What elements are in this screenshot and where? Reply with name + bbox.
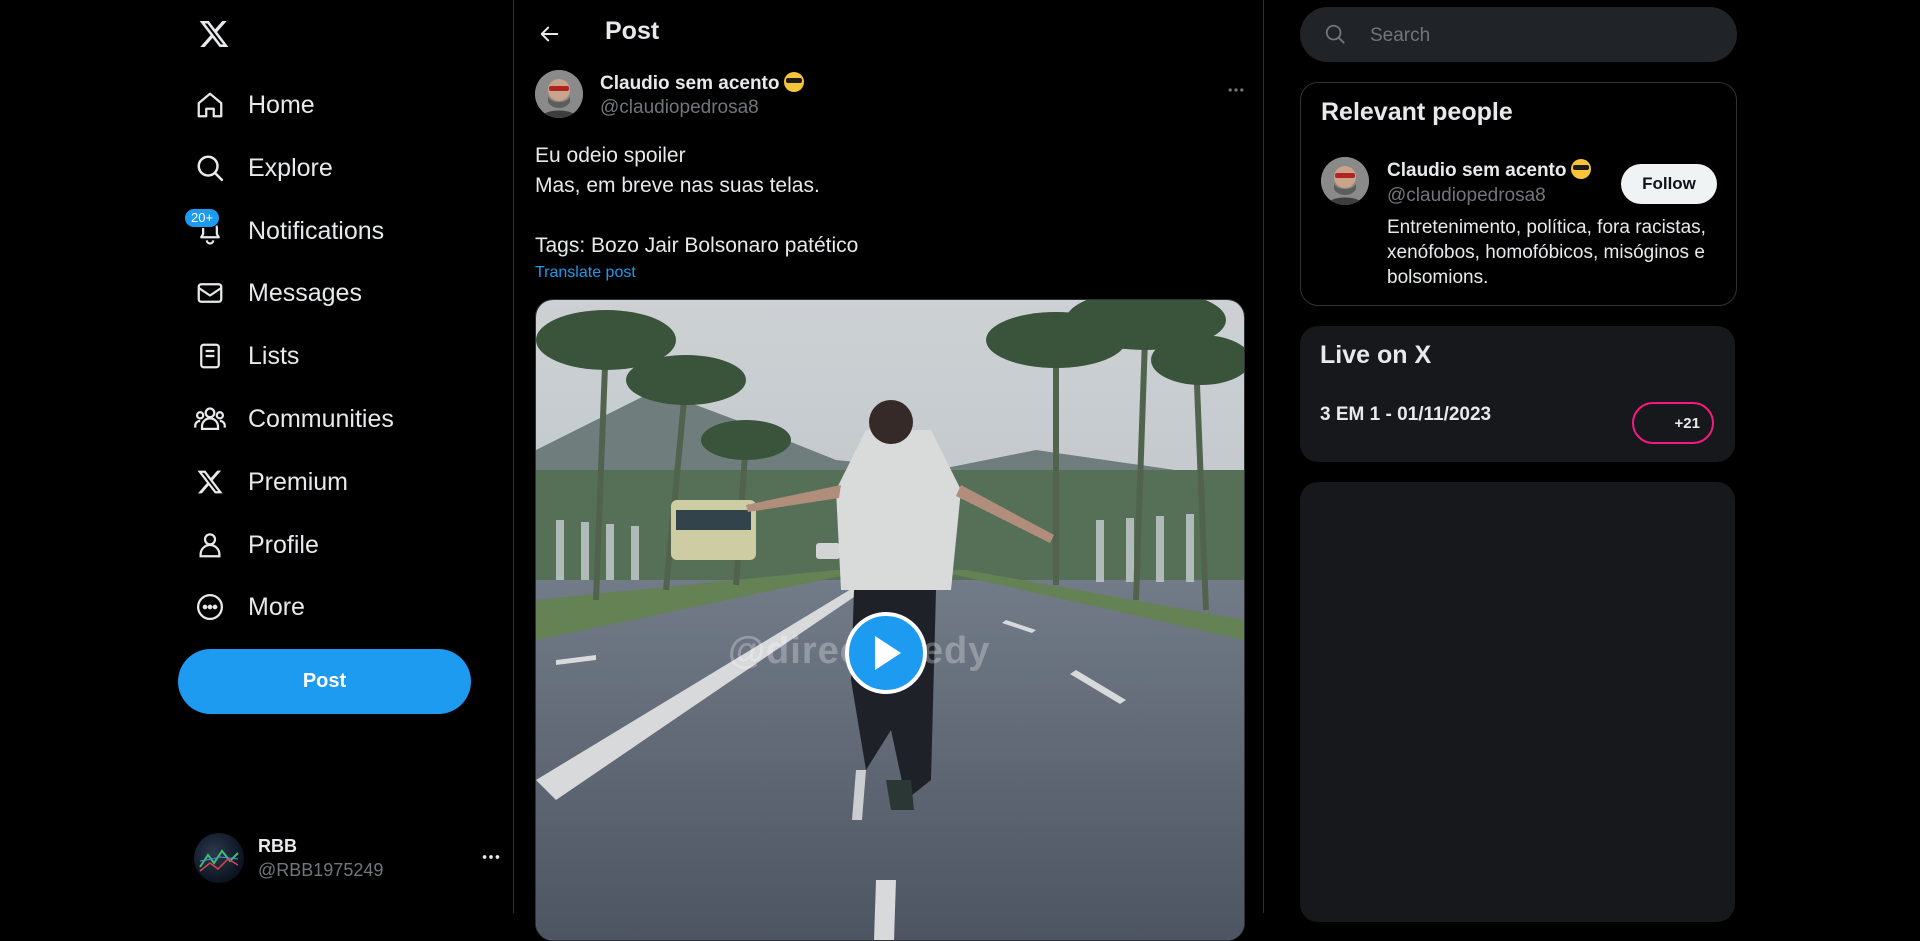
nav-more[interactable]: More	[194, 581, 305, 633]
nav-communities[interactable]: Communities	[194, 393, 394, 445]
search-input[interactable]	[1368, 21, 1712, 51]
nav-lists[interactable]: Lists	[194, 330, 299, 382]
live-on-x-title: Live on X	[1320, 341, 1432, 369]
search-icon	[1324, 23, 1346, 50]
relevant-people-card: Relevant people Claudio sem acento @clau…	[1300, 82, 1737, 306]
live-listener-count: +21	[1674, 414, 1700, 432]
envelope-icon	[194, 277, 226, 309]
post-video[interactable]: @direct medy	[535, 299, 1245, 941]
page-title: Post	[605, 17, 660, 45]
person-icon	[194, 529, 226, 561]
sunglasses-emoji-icon	[783, 72, 804, 92]
post-author-handle[interactable]: @claudiopedrosa8	[600, 97, 759, 119]
list-icon	[194, 340, 226, 372]
live-listeners-pill[interactable]: +21	[1632, 402, 1714, 444]
nav-premium-label: Premium	[248, 467, 349, 496]
back-arrow-icon[interactable]	[534, 18, 566, 50]
post-text-line: Tags: Bozo Jair Bolsonaro patético	[535, 234, 859, 257]
compose-post-button[interactable]: Post	[178, 649, 471, 714]
relevant-person-avatar[interactable]	[1321, 157, 1369, 205]
people-icon	[194, 403, 226, 435]
post-text-line	[535, 201, 1235, 231]
more-circle-icon	[194, 591, 226, 623]
more-dots-icon[interactable]	[1219, 73, 1253, 107]
nav-explore-label: Explore	[248, 153, 333, 182]
home-icon	[194, 89, 226, 121]
post-author-name-text: Claudio sem acento	[600, 73, 780, 94]
search-icon	[194, 152, 226, 184]
account-handle: @RBB1975249	[258, 860, 384, 880]
sidebar-placeholder-card	[1300, 482, 1735, 922]
nav-messages[interactable]: Messages	[194, 267, 362, 319]
relevant-person-name[interactable]: Claudio sem acento	[1387, 159, 1591, 182]
search-box[interactable]	[1300, 7, 1737, 62]
post-body: Eu odeio spoiler Mas, em breve nas suas …	[535, 141, 1235, 261]
account-name: RBB	[258, 836, 297, 856]
post-header: Post	[514, 0, 1263, 68]
x-logo-icon	[194, 466, 226, 498]
post-text-line: Mas, em breve nas suas telas.	[535, 174, 820, 197]
notifications-badge: 20+	[184, 208, 221, 228]
nav-communities-label: Communities	[248, 404, 394, 433]
account-avatar	[194, 833, 244, 883]
translate-post-link[interactable]: Translate post	[535, 264, 636, 282]
bell-icon: 20+	[184, 208, 226, 247]
live-on-x-card: Live on X 3 EM 1 - 01/11/2023 +21	[1300, 326, 1735, 462]
nav-home[interactable]: Home	[194, 79, 315, 131]
post-detail-column: Post Claudio sem acento @claudiopedrosa8…	[513, 0, 1264, 941]
play-icon[interactable]	[845, 612, 927, 694]
post-author-avatar[interactable]	[535, 70, 583, 118]
nav-notifications[interactable]: 20+ Notifications	[184, 205, 385, 257]
nav-notifications-label: Notifications	[248, 216, 385, 245]
nav-explore[interactable]: Explore	[194, 142, 333, 194]
relevant-person-bio: Entretenimento, política, fora racistas,…	[1387, 217, 1706, 288]
account-switcher[interactable]: RBB @RBB1975249	[194, 830, 500, 886]
x-logo-icon[interactable]	[194, 14, 234, 54]
live-space-title[interactable]: 3 EM 1 - 01/11/2023	[1320, 404, 1491, 426]
relevant-person-name-text: Claudio sem acento	[1387, 160, 1567, 181]
nav-profile[interactable]: Profile	[194, 519, 319, 571]
more-dots-icon[interactable]	[480, 846, 502, 873]
nav-premium[interactable]: Premium	[194, 456, 348, 508]
nav-home-label: Home	[248, 90, 315, 119]
relevant-person-handle[interactable]: @claudiopedrosa8	[1387, 185, 1546, 207]
nav-profile-label: Profile	[248, 530, 319, 559]
nav-more-label: More	[248, 592, 305, 621]
post-text-line: Eu odeio spoiler	[535, 144, 686, 167]
nav-lists-label: Lists	[248, 341, 300, 370]
left-navigation: Home Explore 20+ Notifications Messages …	[178, 0, 513, 913]
post-author-name[interactable]: Claudio sem acento	[600, 72, 804, 95]
relevant-people-title: Relevant people	[1321, 98, 1513, 126]
nav-messages-label: Messages	[248, 278, 362, 307]
sunglasses-emoji-icon	[1570, 159, 1591, 179]
follow-button[interactable]: Follow	[1621, 164, 1717, 204]
